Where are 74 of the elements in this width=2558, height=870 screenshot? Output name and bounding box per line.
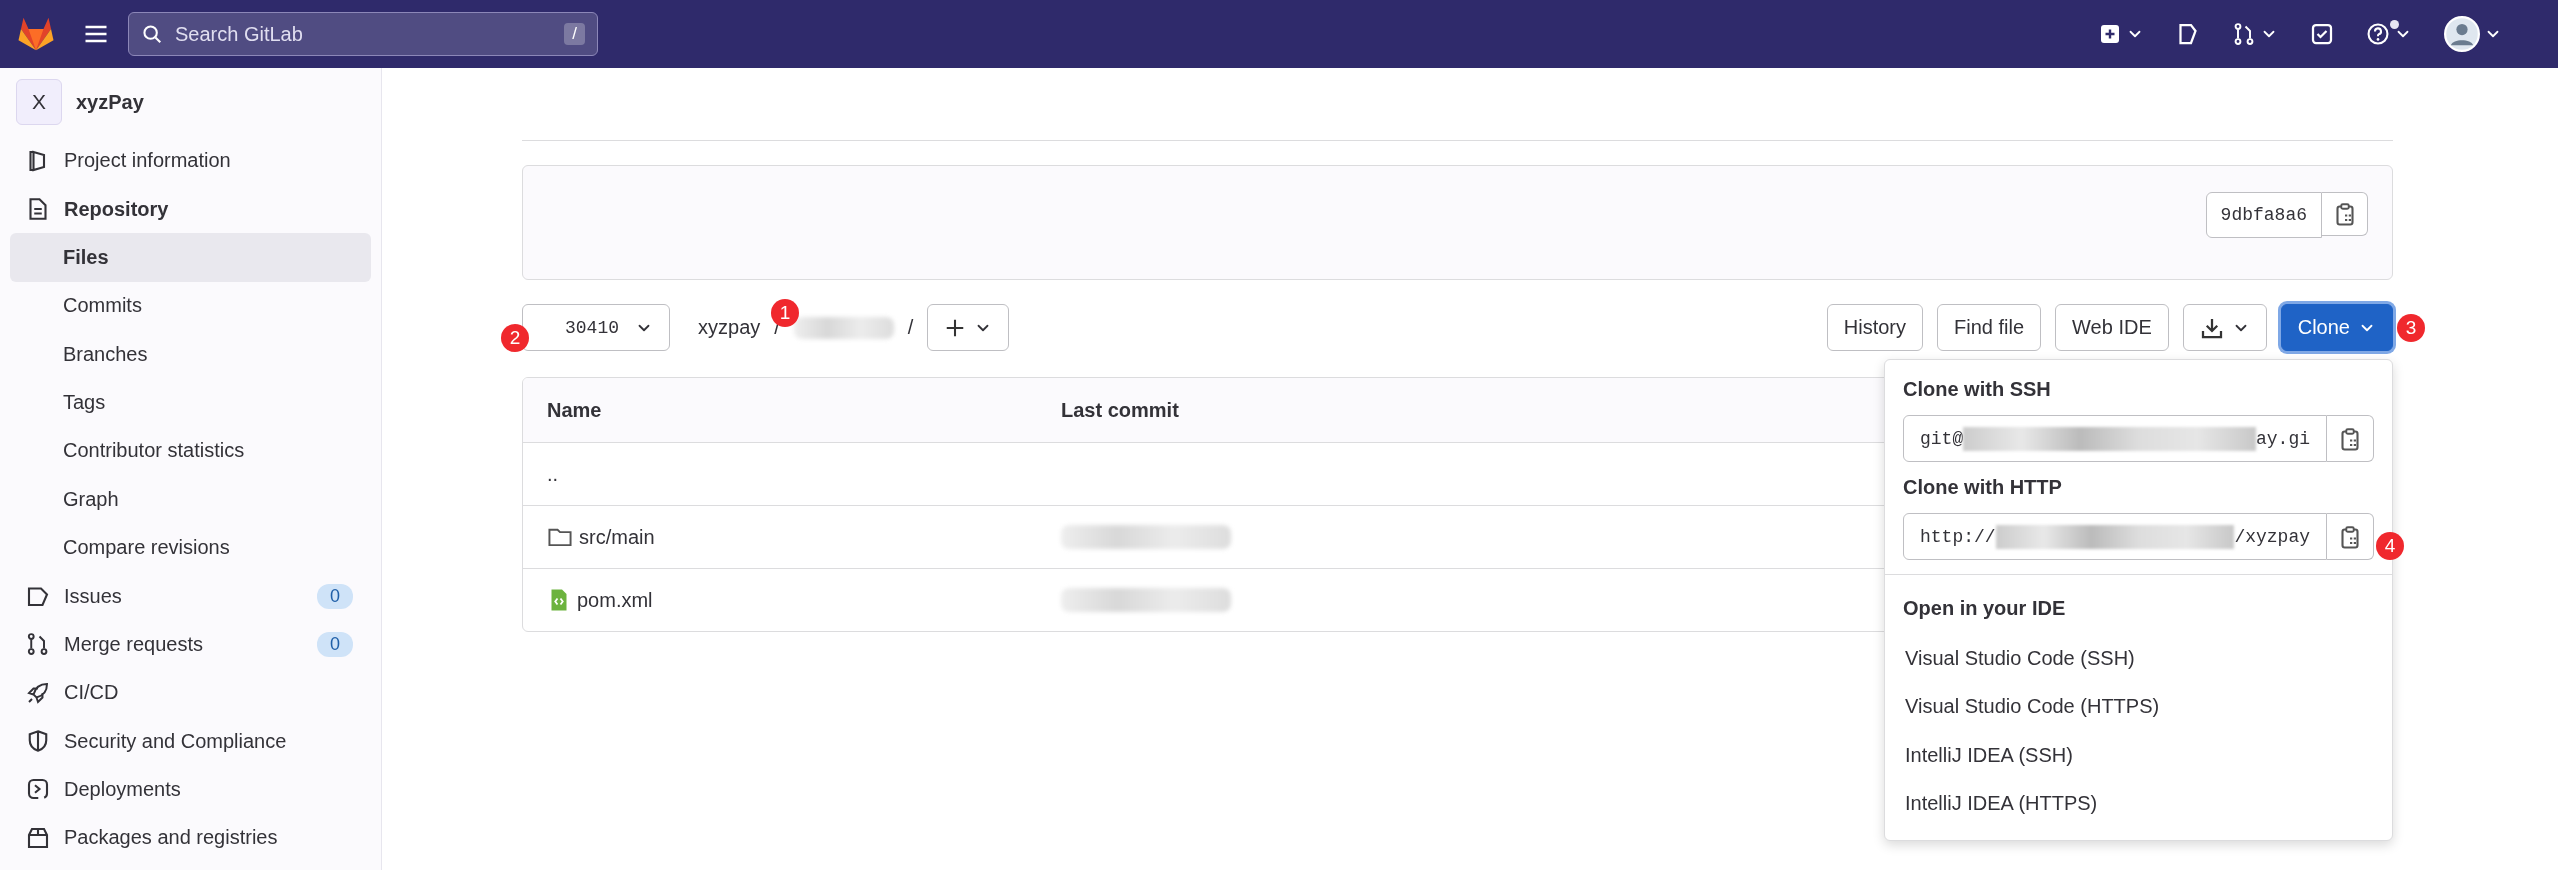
clone-button[interactable]: Clone — [2280, 304, 2393, 351]
merge-requests-icon — [2232, 22, 2256, 46]
clipboard-icon — [2338, 524, 2362, 549]
sidebar-subitem[interactable]: Tags — [10, 378, 371, 427]
copy-button[interactable] — [2327, 513, 2374, 560]
branch-dropdown[interactable]: 30410 — [522, 304, 670, 351]
item-label: Merge requests — [64, 632, 204, 656]
sidebar-subitem[interactable]: Graph — [10, 475, 371, 524]
add-dropdown[interactable] — [927, 304, 1010, 351]
deploy-icon — [26, 777, 50, 802]
sidebar-item[interactable]: CI/CD — [10, 668, 371, 717]
sidebar-item[interactable]: Security and Compliance — [10, 716, 371, 766]
section-heading: Clone with SSH — [1902, 378, 2052, 401]
file-link[interactable]: src/main — [579, 525, 655, 549]
clipboard-icon — [2338, 426, 2362, 451]
url-text: http:// — [1920, 526, 1996, 547]
todo-icon — [2310, 22, 2334, 46]
commit-sha-button[interactable]: 9dbfa8a6 — [2205, 192, 2322, 238]
sidebar-subitem[interactable]: Compare revisions — [10, 523, 371, 572]
search-box[interactable]: Search GitLab / — [128, 12, 598, 56]
column-header: Last commit — [1061, 398, 1180, 422]
count-badge: 0 — [317, 631, 353, 657]
url-text: git@ — [1920, 428, 1964, 449]
sidebar-item[interactable]: Merge requests 0 — [10, 620, 371, 669]
download-dropdown[interactable] — [2182, 304, 2267, 351]
sidebar-item[interactable]: Deployments — [10, 765, 371, 814]
url-field[interactable]: http:// /xyzpay — [1903, 513, 2327, 560]
shield-icon — [26, 729, 50, 754]
url-field[interactable]: git@ ay.gi — [1903, 415, 2327, 462]
issue-icon — [26, 584, 50, 608]
section-heading: Clone with HTTP — [1902, 476, 2063, 499]
breadcrumb-link[interactable]: xyzpay — [698, 316, 761, 339]
merge-request-icon — [26, 632, 50, 657]
url-text: /xyzpay — [2234, 526, 2310, 547]
menu-item[interactable]: IntelliJ IDEA (HTTPS) — [1885, 779, 2392, 828]
search-input[interactable]: Search GitLab — [173, 21, 555, 47]
sidebar-item[interactable]: Project information — [10, 136, 371, 186]
url-text: ay.gi — [2256, 428, 2310, 449]
section-heading: Open in your IDE — [1902, 597, 2067, 620]
item-label: Issues — [64, 584, 123, 608]
annotation-marker: 4 — [2376, 532, 2404, 560]
sidebar-item[interactable]: Packages and registries — [10, 813, 371, 862]
menu-item[interactable]: IntelliJ IDEA (SSH) — [1885, 731, 2392, 780]
parent-directory-link[interactable]: .. — [547, 462, 559, 486]
breadcrumb-separator: / — [907, 316, 914, 339]
menu-item[interactable]: Visual Studio Code (SSH) — [1885, 634, 2392, 683]
toolbar-button[interactable]: Find file — [1937, 304, 2042, 351]
rocket-icon — [26, 680, 50, 705]
toolbar-button[interactable]: Web IDE — [2055, 304, 2169, 351]
sidebar-subitem[interactable]: Branches — [10, 330, 371, 379]
sidebar-subitem[interactable]: Files — [10, 233, 371, 282]
project-name[interactable]: xyzPay — [76, 90, 144, 114]
file-link[interactable]: pom.xml — [577, 588, 653, 612]
package-icon — [26, 825, 50, 850]
project-avatar[interactable]: X — [16, 79, 62, 126]
sidebar-item[interactable]: Repository — [10, 185, 371, 234]
column-header: Name — [547, 398, 603, 422]
sidebar-subitem[interactable]: Commits — [10, 281, 371, 331]
search-icon — [141, 23, 163, 45]
sidebar-item[interactable]: Issues 0 — [10, 571, 371, 621]
new-item-icon — [2098, 22, 2122, 46]
help-icon — [2366, 22, 2390, 46]
annotation-marker: 2 — [501, 324, 529, 352]
shortcut-key: / — [564, 23, 585, 45]
sidebar-subitem[interactable]: Contributor statistics — [10, 426, 371, 476]
copy-button[interactable] — [2327, 415, 2374, 462]
document-icon — [26, 197, 50, 222]
count-badge: 0 — [317, 583, 353, 609]
annotation-marker: 3 — [2397, 314, 2425, 342]
menu-item[interactable]: Visual Studio Code (HTTPS) — [1885, 682, 2392, 731]
issues-icon — [2176, 22, 2200, 46]
toolbar-button[interactable]: History — [1826, 304, 1924, 351]
copy-button[interactable] — [2322, 192, 2368, 236]
avatar-icon — [2444, 16, 2480, 52]
